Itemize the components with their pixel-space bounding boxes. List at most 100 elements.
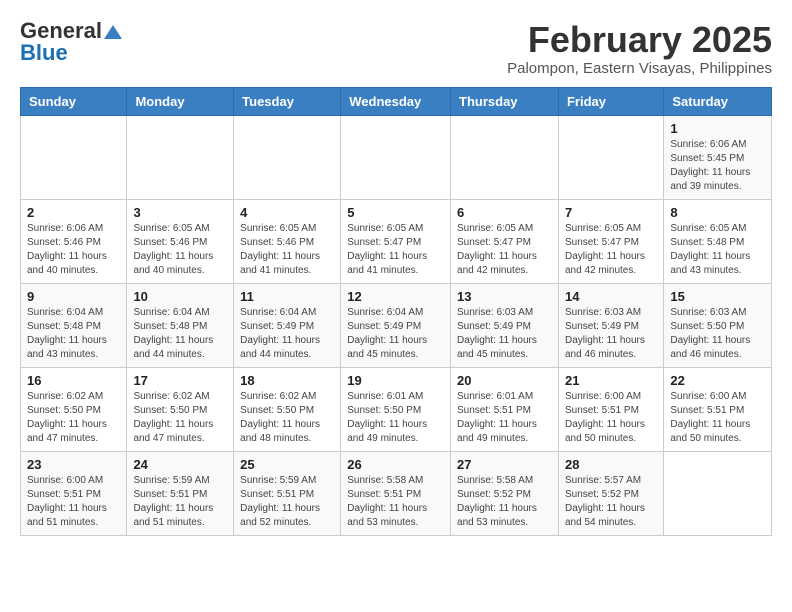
logo-text: General Blue: [20, 20, 122, 64]
day-number: 27: [457, 457, 552, 472]
day-info: Sunrise: 6:03 AM Sunset: 5:49 PM Dayligh…: [457, 306, 552, 362]
day-number: 13: [457, 289, 552, 304]
day-number: 14: [565, 289, 657, 304]
day-info: Sunrise: 6:00 AM Sunset: 5:51 PM Dayligh…: [670, 390, 765, 446]
header-friday: Friday: [558, 87, 663, 115]
day-info: Sunrise: 6:04 AM Sunset: 5:49 PM Dayligh…: [347, 306, 444, 362]
day-info: Sunrise: 5:58 AM Sunset: 5:51 PM Dayligh…: [347, 474, 444, 530]
weekday-header-row: Sunday Monday Tuesday Wednesday Thursday…: [21, 87, 772, 115]
calendar-cell: 20 Sunrise: 6:01 AM Sunset: 5:51 PM Dayli…: [451, 367, 559, 451]
day-number: 5: [347, 205, 444, 220]
day-info: Sunrise: 5:58 AM Sunset: 5:52 PM Dayligh…: [457, 474, 552, 530]
day-number: 7: [565, 205, 657, 220]
calendar-cell: 28 Sunrise: 5:57 AM Sunset: 5:52 PM Dayli…: [558, 451, 663, 535]
day-number: 24: [133, 457, 227, 472]
day-info: Sunrise: 6:02 AM Sunset: 5:50 PM Dayligh…: [133, 390, 227, 446]
day-number: 21: [565, 373, 657, 388]
day-info: Sunrise: 6:02 AM Sunset: 5:50 PM Dayligh…: [240, 390, 334, 446]
location: Palompon, Eastern Visayas, Philippines: [507, 60, 772, 77]
day-info: Sunrise: 6:04 AM Sunset: 5:49 PM Dayligh…: [240, 306, 334, 362]
page-header: General Blue February 2025 Palompon, Eas…: [20, 20, 772, 77]
calendar-cell: [341, 115, 451, 199]
day-info: Sunrise: 5:59 AM Sunset: 5:51 PM Dayligh…: [133, 474, 227, 530]
calendar-table: Sunday Monday Tuesday Wednesday Thursday…: [20, 87, 772, 536]
day-number: 4: [240, 205, 334, 220]
day-number: 16: [27, 373, 120, 388]
day-number: 10: [133, 289, 227, 304]
day-info: Sunrise: 6:02 AM Sunset: 5:50 PM Dayligh…: [27, 390, 120, 446]
calendar-cell: 8Sunrise: 6:05 AM Sunset: 5:48 PM Daylig…: [664, 199, 772, 283]
calendar-cell: [664, 451, 772, 535]
day-info: Sunrise: 6:06 AM Sunset: 5:45 PM Dayligh…: [670, 138, 765, 194]
day-number: 18: [240, 373, 334, 388]
calendar-cell: 25Sunrise: 5:59 AM Sunset: 5:51 PM Dayli…: [234, 451, 341, 535]
day-number: 2: [27, 205, 120, 220]
calendar-cell: [127, 115, 234, 199]
day-info: Sunrise: 6:05 AM Sunset: 5:48 PM Dayligh…: [670, 222, 765, 278]
calendar-cell: 4 Sunrise: 6:05 AM Sunset: 5:46 PM Daylig…: [234, 199, 341, 283]
header-wednesday: Wednesday: [341, 87, 451, 115]
calendar-cell: 10Sunrise: 6:04 AM Sunset: 5:48 PM Dayli…: [127, 283, 234, 367]
calendar-cell: 11 Sunrise: 6:04 AM Sunset: 5:49 PM Dayli…: [234, 283, 341, 367]
calendar-cell: 5 Sunrise: 6:05 AM Sunset: 5:47 PM Daylig…: [341, 199, 451, 283]
day-number: 23: [27, 457, 120, 472]
week-row-2: 2 Sunrise: 6:06 AM Sunset: 5:46 PM Daylig…: [21, 199, 772, 283]
calendar-cell: 23Sunrise: 6:00 AM Sunset: 5:51 PM Dayli…: [21, 451, 127, 535]
calendar-cell: 9 Sunrise: 6:04 AM Sunset: 5:48 PM Daylig…: [21, 283, 127, 367]
calendar-cell: 2 Sunrise: 6:06 AM Sunset: 5:46 PM Daylig…: [21, 199, 127, 283]
day-number: 28: [565, 457, 657, 472]
day-info: Sunrise: 6:05 AM Sunset: 5:47 PM Dayligh…: [457, 222, 552, 278]
header-thursday: Thursday: [451, 87, 559, 115]
calendar-cell: 18 Sunrise: 6:02 AM Sunset: 5:50 PM Dayli…: [234, 367, 341, 451]
day-number: 6: [457, 205, 552, 220]
day-number: 3: [133, 205, 227, 220]
header-sunday: Sunday: [21, 87, 127, 115]
calendar-cell: 24 Sunrise: 5:59 AM Sunset: 5:51 PM Dayli…: [127, 451, 234, 535]
day-info: Sunrise: 6:06 AM Sunset: 5:46 PM Dayligh…: [27, 222, 120, 278]
day-number: 9: [27, 289, 120, 304]
calendar-cell: 15 Sunrise: 6:03 AM Sunset: 5:50 PM Dayli…: [664, 283, 772, 367]
logo: General Blue: [20, 20, 122, 64]
calendar-cell: 21Sunrise: 6:00 AM Sunset: 5:51 PM Dayli…: [558, 367, 663, 451]
day-info: Sunrise: 6:05 AM Sunset: 5:46 PM Dayligh…: [240, 222, 334, 278]
day-number: 20: [457, 373, 552, 388]
day-number: 19: [347, 373, 444, 388]
calendar-cell: [234, 115, 341, 199]
week-row-4: 16 Sunrise: 6:02 AM Sunset: 5:50 PM Dayli…: [21, 367, 772, 451]
calendar-cell: [558, 115, 663, 199]
month-year: February 2025: [507, 20, 772, 60]
day-number: 1: [670, 121, 765, 136]
week-row-5: 23Sunrise: 6:00 AM Sunset: 5:51 PM Dayli…: [21, 451, 772, 535]
day-info: Sunrise: 6:01 AM Sunset: 5:51 PM Dayligh…: [457, 390, 552, 446]
day-info: Sunrise: 6:03 AM Sunset: 5:50 PM Dayligh…: [670, 306, 765, 362]
calendar-cell: 1 Sunrise: 6:06 AM Sunset: 5:45 PM Daylig…: [664, 115, 772, 199]
calendar-cell: 3 Sunrise: 6:05 AM Sunset: 5:46 PM Daylig…: [127, 199, 234, 283]
title-block: February 2025 Palompon, Eastern Visayas,…: [507, 20, 772, 77]
day-info: Sunrise: 6:05 AM Sunset: 5:47 PM Dayligh…: [565, 222, 657, 278]
calendar-cell: 22 Sunrise: 6:00 AM Sunset: 5:51 PM Dayli…: [664, 367, 772, 451]
day-info: Sunrise: 6:05 AM Sunset: 5:47 PM Dayligh…: [347, 222, 444, 278]
day-number: 25: [240, 457, 334, 472]
week-row-1: 1 Sunrise: 6:06 AM Sunset: 5:45 PM Daylig…: [21, 115, 772, 199]
logo-icon: [104, 25, 122, 39]
calendar-cell: [21, 115, 127, 199]
day-number: 15: [670, 289, 765, 304]
calendar-cell: 16 Sunrise: 6:02 AM Sunset: 5:50 PM Dayli…: [21, 367, 127, 451]
calendar-cell: 27 Sunrise: 5:58 AM Sunset: 5:52 PM Dayli…: [451, 451, 559, 535]
day-info: Sunrise: 5:57 AM Sunset: 5:52 PM Dayligh…: [565, 474, 657, 530]
day-info: Sunrise: 6:04 AM Sunset: 5:48 PM Dayligh…: [27, 306, 120, 362]
calendar-cell: [451, 115, 559, 199]
calendar-cell: 17Sunrise: 6:02 AM Sunset: 5:50 PM Dayli…: [127, 367, 234, 451]
calendar-cell: 19Sunrise: 6:01 AM Sunset: 5:50 PM Dayli…: [341, 367, 451, 451]
header-saturday: Saturday: [664, 87, 772, 115]
calendar-cell: 14Sunrise: 6:03 AM Sunset: 5:49 PM Dayli…: [558, 283, 663, 367]
logo-blue: Blue: [20, 40, 68, 65]
calendar-cell: 7 Sunrise: 6:05 AM Sunset: 5:47 PM Daylig…: [558, 199, 663, 283]
day-number: 26: [347, 457, 444, 472]
calendar-cell: 6 Sunrise: 6:05 AM Sunset: 5:47 PM Daylig…: [451, 199, 559, 283]
header-tuesday: Tuesday: [234, 87, 341, 115]
day-number: 22: [670, 373, 765, 388]
day-info: Sunrise: 6:05 AM Sunset: 5:46 PM Dayligh…: [133, 222, 227, 278]
calendar-cell: 13 Sunrise: 6:03 AM Sunset: 5:49 PM Dayli…: [451, 283, 559, 367]
day-number: 11: [240, 289, 334, 304]
